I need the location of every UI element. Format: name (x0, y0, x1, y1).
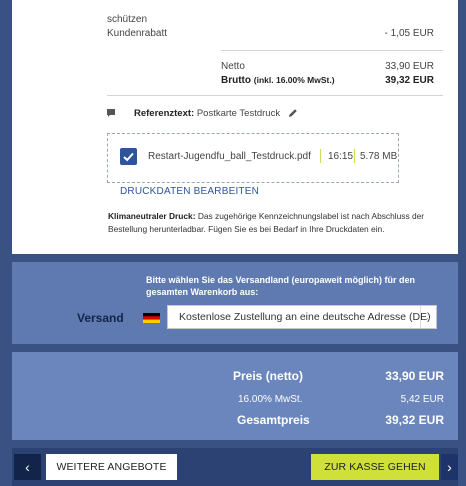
climate-note: Klimaneutraler Druck: Das zugehörige Ken… (108, 210, 444, 236)
next-button[interactable]: › (441, 454, 458, 480)
netto-value: 33,90 EUR (385, 61, 434, 72)
checkout-button[interactable]: ZUR KASSE GEHEN (311, 454, 439, 480)
shipping-label: Versand (77, 311, 124, 325)
tax-value: 5,42 EUR (400, 394, 444, 405)
price-netto-label: Preis (netto) (233, 369, 304, 383)
divider (221, 50, 443, 51)
reference-label: Referenztext: (134, 108, 195, 119)
discount-label: Kundenrabatt (107, 28, 168, 39)
brutto-note: (inkl. 16.00% MwSt.) (253, 75, 335, 85)
divider (107, 95, 443, 96)
schuetzen-label: schützen (107, 14, 148, 25)
back-button[interactable]: ‹ (14, 454, 41, 480)
discount-value: - 1,05 EUR (384, 28, 434, 39)
total-label: Gesamtpreis (237, 413, 310, 427)
order-summary-card: schützen Kundenrabatt - 1,05 EUR Netto 3… (12, 0, 458, 254)
price-netto-value: 33,90 EUR (385, 369, 444, 383)
price-section: Preis (netto) 33,90 EUR 16.00% MwSt. 5,4… (12, 352, 458, 440)
total-value: 39,32 EUR (385, 413, 444, 427)
brutto-label: Brutto (inkl. 16.00% MwSt.) (221, 75, 335, 86)
file-size: 5.78 MB (360, 151, 398, 162)
reference-value: Postkarte Testdruck (196, 108, 281, 119)
germany-flag-icon (143, 313, 160, 323)
comment-icon (107, 109, 115, 117)
bottom-nav: ‹ WEITERE ANGEBOTE ZUR KASSE GEHEN › (12, 448, 458, 486)
edit-print-data-link[interactable]: DRUCKDATEN BEARBEITEN (120, 186, 259, 197)
separator (354, 149, 355, 163)
more-offers-button[interactable]: WEITERE ANGEBOTE (46, 454, 177, 480)
reference-text: Referenztext: Postkarte Testdruck (134, 108, 280, 119)
brutto-value: 39,32 EUR (385, 75, 434, 86)
file-name: Restart-Jugendfu_ball_Testdruck.pdf (148, 151, 311, 162)
netto-label: Netto (221, 61, 245, 72)
chevron-down-icon[interactable]: ⌄ (420, 306, 436, 328)
file-box: Restart-Jugendfu_ball_Testdruck.pdf 16:1… (107, 133, 399, 183)
shipping-section: Bitte wählen Sie das Versandland (europa… (12, 262, 458, 344)
file-time: 16:15 (328, 151, 354, 162)
shipping-selected: Kostenlose Zustellung an eine deutsche A… (179, 311, 431, 323)
shipping-country-select[interactable]: Kostenlose Zustellung an eine deutsche A… (167, 305, 437, 329)
brutto-title: Brutto (221, 75, 251, 86)
pencil-icon[interactable] (288, 108, 298, 118)
shipping-hint: Bitte wählen Sie das Versandland (europa… (146, 275, 416, 297)
app-frame: schützen Kundenrabatt - 1,05 EUR Netto 3… (0, 0, 466, 486)
checkmark-icon (123, 152, 134, 162)
climate-title: Klimaneutraler Druck: (108, 211, 196, 221)
file-checkbox[interactable] (120, 148, 137, 165)
tax-label: 16.00% MwSt. (238, 394, 303, 405)
separator (320, 149, 321, 163)
